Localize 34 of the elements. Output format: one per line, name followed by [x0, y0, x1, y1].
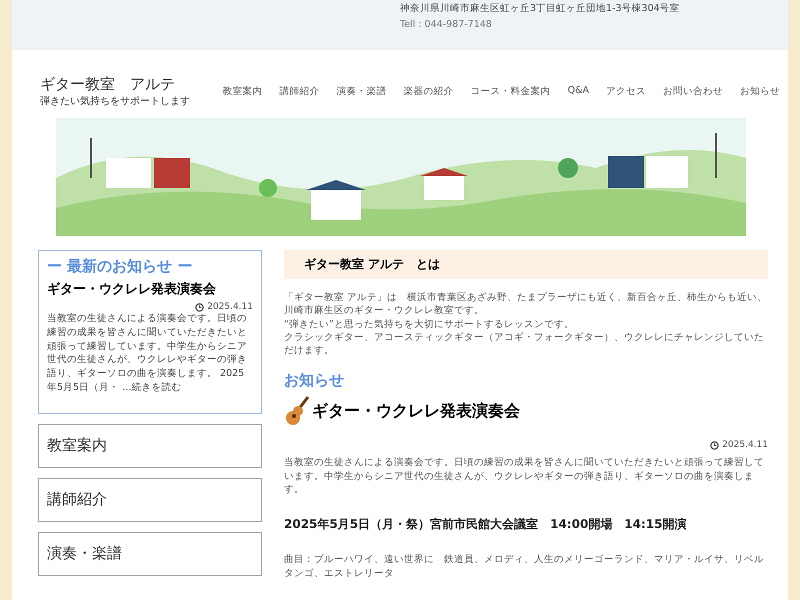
post-date: 2025.4.11 — [207, 302, 253, 312]
site-title[interactable]: ギター教室 アルテ — [40, 74, 190, 94]
nav-link[interactable]: お知らせ — [740, 84, 780, 98]
event-details: 2025年5月5日（月・祭）宮前市民館大会議室 14:00開場 14:15開演 — [284, 516, 688, 534]
news-title[interactable]: ギター・ウクレレ発表演奏会 — [47, 280, 253, 298]
about-paragraph: クラシックギター、アコースティックギター（アコギ・フォークギター）、ウクレレにチャレンジしていただけます。 — [284, 330, 765, 358]
sidebar-menu-item[interactable]: 演奏・楽譜 — [38, 532, 262, 576]
latest-news-heading: ー 最新のお知らせ ー — [47, 257, 194, 276]
nav-link[interactable]: お問い合わせ — [663, 84, 723, 98]
news-excerpt: 当教室の生徒さんによる演奏会です。日頃の練習の成果を皆さんに聞いていただきたいと頑張って練習しています。中学生からシニア世代の生徒さんが、ウクレレやギターの弾き語り、ギターソロの曲を演奏します。 2025年5月5日（月・ …続きを読む — [47, 312, 248, 395]
about-paragraph: “弾きたい”と思った気持ちを大切にサポートするレッスンです。 — [284, 318, 575, 331]
nav-link[interactable]: 演奏・楽譜 — [336, 84, 387, 98]
about-heading: ギター教室 アルテ とは — [284, 250, 768, 279]
phone-number: Tell : 044-987-7148 — [400, 19, 493, 30]
about-paragraph: 「ギター教室 アルテ」は 横浜市青葉区あざみ野、たまプラーザにも近く、新百合ヶ丘、柿生からも近い、川崎市麻生区のギター・ウクレレ教室です。 — [284, 291, 768, 318]
post-body: 当教室の生徒さんによる演奏会です。日頃の練習の成果を皆さんに聞いていただきたいと頑張って練習しています。中学生からシニア世代の生徒さんが、ウクレレやギターの弾き語り、ギターソロの曲を演奏します。 — [284, 456, 765, 496]
site-tagline: 弾きたい気持ちをサポートします — [40, 94, 190, 108]
nav-link[interactable]: 楽器の紹介 — [404, 84, 454, 98]
post-title: ギター・ウクレレ発表演奏会 — [312, 400, 520, 422]
program-list: 曲目：ブルーハワイ、遠い世界に 鉄道員、メロディ、人生のメリーゴーランド、マリア・ルイサ、リベルタンゴ、エストレリータ — [284, 553, 768, 580]
clock-icon — [710, 440, 720, 450]
nav-link[interactable]: コース・料金案内 — [470, 84, 551, 98]
guitar-icon — [284, 396, 310, 426]
nav-link[interactable]: 教室案内 — [222, 84, 263, 98]
sidebar-menu-item[interactable]: 講師紹介 — [38, 478, 262, 522]
nav-link[interactable]: 講師紹介 — [280, 84, 320, 98]
sidebar-menu-item[interactable]: 教室案内 — [38, 424, 262, 468]
nav-link[interactable]: アクセス — [606, 84, 646, 98]
read-more-link[interactable]: 続きを読む — [132, 382, 182, 393]
clock-icon — [195, 302, 204, 312]
post-date: 2025.4.11 — [722, 440, 768, 450]
address-text: 神奈川県川崎市麻生区虹ヶ丘3丁目虹ヶ丘団地1-3号棟304号室 — [400, 2, 681, 15]
nav-link[interactable]: Q&A — [568, 84, 589, 98]
news-heading: お知らせ — [284, 371, 345, 390]
